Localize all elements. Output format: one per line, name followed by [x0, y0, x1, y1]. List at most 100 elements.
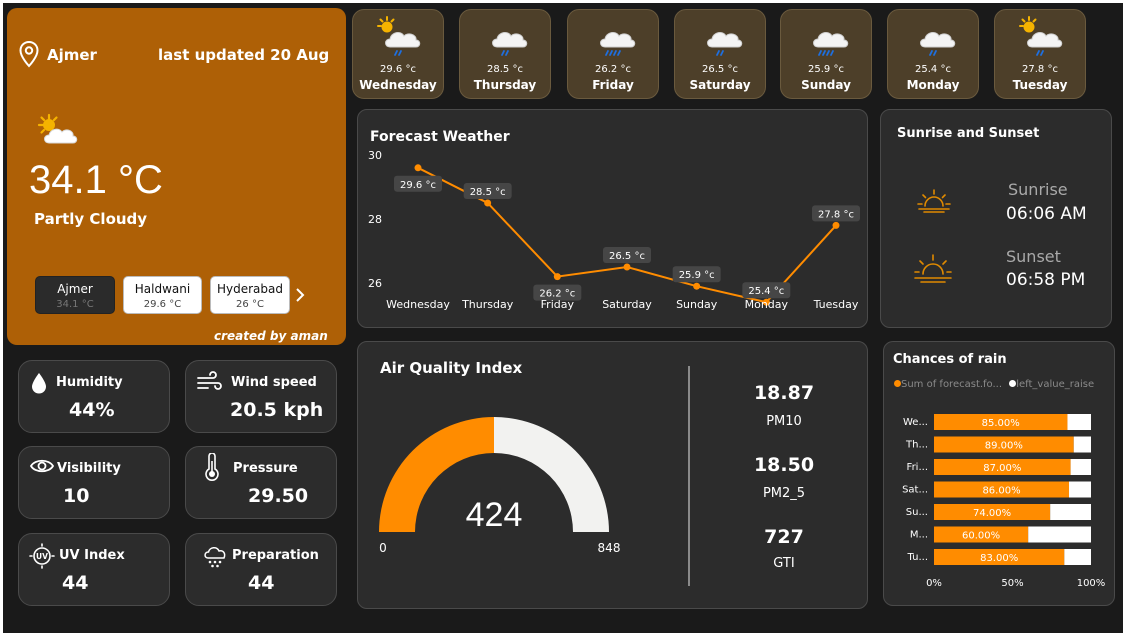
sun-cloud-rain-icon [377, 16, 421, 56]
air-quality-panel: Air Quality Index 424 0 848 18.87 PM10 18.… [357, 341, 868, 609]
wind-speed-card: Wind speed 20.5 kph [185, 360, 337, 433]
gauge-max-label: 848 [598, 541, 621, 555]
rain-x-tick-label: 100% [1077, 578, 1106, 589]
gauge-min-label: 0 [379, 541, 387, 555]
data-label: 27.8 °c [818, 209, 854, 220]
forecast-data-point[interactable] [623, 263, 631, 271]
precipitation-label: Preparation [232, 548, 319, 563]
rain-chance-panel: Chances of rain Sum of forecast.fo... le… [883, 341, 1115, 606]
forecast-tile-wednesday[interactable]: 29.6 °c Wednesday [352, 9, 444, 99]
x-tick-label: Wednesday [386, 298, 450, 311]
city-temp: 26 °C [236, 299, 264, 310]
tile-temp: 26.2 °c [595, 64, 631, 75]
cloud-rain-drops-icon [204, 547, 226, 568]
current-weather-card: Ajmer last updated 20 Aug 34.1 °C Partly… [7, 8, 346, 345]
rain-remaining-bar [1050, 504, 1091, 520]
forecast-weather-panel: Forecast Weather 30 28 26 29.6 °c Wednesday 2… [357, 109, 868, 328]
forecast-line-chart: 30 28 26 29.6 °c Wednesday 28.5 °c Thursday 26.… [368, 149, 860, 311]
rain-category-label: We... [903, 417, 928, 428]
chevron-right-icon[interactable] [294, 287, 306, 303]
city-button-hyderabad[interactable]: Hyderabad 26 °C [210, 276, 290, 314]
city-button-ajmer[interactable]: Ajmer 34.1 °C [35, 276, 115, 314]
pressure-card: Pressure 29.50 [185, 446, 337, 519]
cloud-rain-icon [707, 31, 743, 56]
data-label: 29.6 °c [400, 180, 436, 191]
sun-panel-title: Sunrise and Sunset [897, 126, 1040, 141]
rain-x-tick-label: 0% [926, 578, 942, 589]
rain-bar-chart: We... 85.00% Th... 89.00% Fri... 87.00% Sat...… [902, 414, 1106, 589]
cloud-rain-icon [920, 31, 956, 56]
forecast-tile-thursday[interactable]: 28.5 °c Thursday [459, 9, 551, 99]
data-label: 25.9 °c [679, 270, 715, 281]
wind-speed-label: Wind speed [231, 375, 317, 390]
rain-category-label: Sat... [902, 485, 928, 496]
forecast-tile-tuesday[interactable]: 27.8 °c Tuesday [994, 9, 1086, 99]
city-button-haldwani[interactable]: Haldwani 29.6 °C [123, 276, 202, 314]
pm10-value: 18.87 [753, 382, 815, 404]
city-name: Hyderabad [217, 282, 283, 296]
pressure-label: Pressure [233, 461, 298, 476]
wind-icon [197, 371, 222, 390]
tile-day: Saturday [689, 78, 751, 92]
rain-category-label: Fri... [907, 462, 928, 473]
tile-day: Wednesday [359, 78, 437, 92]
forecast-tile-monday[interactable]: 25.4 °c Monday [887, 9, 979, 99]
last-updated: last updated 20 Aug [158, 46, 330, 64]
data-label: 28.5 °c [470, 187, 506, 198]
svg-text:UV: UV [36, 552, 48, 561]
current-temperature: 34.1 °C [29, 158, 163, 202]
sunrise-icon [917, 189, 951, 213]
credit-text: created by aman [214, 329, 328, 343]
forecast-tile-friday[interactable]: 26.2 °c Friday [567, 9, 659, 99]
tile-day: Friday [592, 78, 634, 92]
sun-cloud-rain-icon [1019, 16, 1063, 56]
x-tick-label: Friday [541, 298, 575, 311]
humidity-drop-icon [32, 373, 46, 394]
rain-category-label: Th... [905, 440, 928, 451]
x-tick-label: Tuesday [813, 298, 859, 311]
tile-temp: 26.5 °c [702, 64, 738, 75]
humidity-label: Humidity [56, 375, 123, 390]
tile-temp: 25.9 °c [808, 64, 844, 75]
forecast-data-point[interactable] [832, 221, 840, 229]
sunset-icon [914, 254, 952, 283]
visibility-value: 10 [63, 485, 90, 507]
tile-day: Thursday [473, 78, 537, 92]
thermometer-icon [205, 453, 219, 481]
data-label: 26.5 °c [609, 251, 645, 262]
sunrise-time: 06:06 AM [1006, 204, 1087, 224]
rain-category-label: M... [910, 530, 928, 541]
rain-remaining-bar [1067, 414, 1091, 430]
tile-day: Monday [906, 78, 960, 92]
x-tick-label: Sunday [676, 298, 718, 311]
forecast-tile-saturday[interactable]: 26.5 °c Saturday [674, 9, 766, 99]
sunset-label: Sunset [1006, 247, 1061, 266]
pressure-value: 29.50 [248, 485, 309, 507]
pm25-value: 18.50 [753, 454, 815, 476]
pm10-label: PM10 [766, 414, 802, 429]
uv-index-value: 44 [62, 572, 89, 594]
rain-category-label: Su... [906, 507, 928, 518]
visibility-card: Visibility 10 [18, 446, 170, 519]
tile-temp: 27.8 °c [1022, 64, 1058, 75]
uv-index-card: UV UV Index 44 [18, 533, 170, 606]
location-pin-icon [19, 40, 39, 68]
rain-remaining-bar [1073, 436, 1091, 453]
rain-x-tick-label: 50% [1001, 578, 1023, 589]
partly-cloudy-sun-icon [37, 113, 78, 144]
forecast-data-point[interactable] [414, 164, 422, 172]
sunrise-sunset-panel: Sunrise and Sunset Sunrise 06:06 AM Suns… [880, 109, 1112, 328]
forecast-data-point[interactable] [693, 282, 701, 290]
x-tick-label: Saturday [602, 298, 652, 311]
y-tick-label: 26 [368, 277, 382, 290]
current-condition: Partly Cloudy [34, 210, 148, 228]
cloud-heavy-rain-icon [600, 31, 636, 56]
forecast-data-point[interactable] [484, 199, 492, 207]
wind-speed-value: 20.5 kph [230, 399, 324, 421]
forecast-tile-sunday[interactable]: 25.9 °c Sunday [780, 9, 872, 99]
forecast-data-point[interactable] [553, 273, 561, 281]
dashboard: Ajmer last updated 20 Aug 34.1 °C Partly… [3, 3, 1123, 633]
cloud-heavy-rain-icon [813, 31, 849, 56]
precipitation-card: Preparation 44 [185, 533, 337, 606]
tile-temp: 29.6 °c [380, 64, 416, 75]
